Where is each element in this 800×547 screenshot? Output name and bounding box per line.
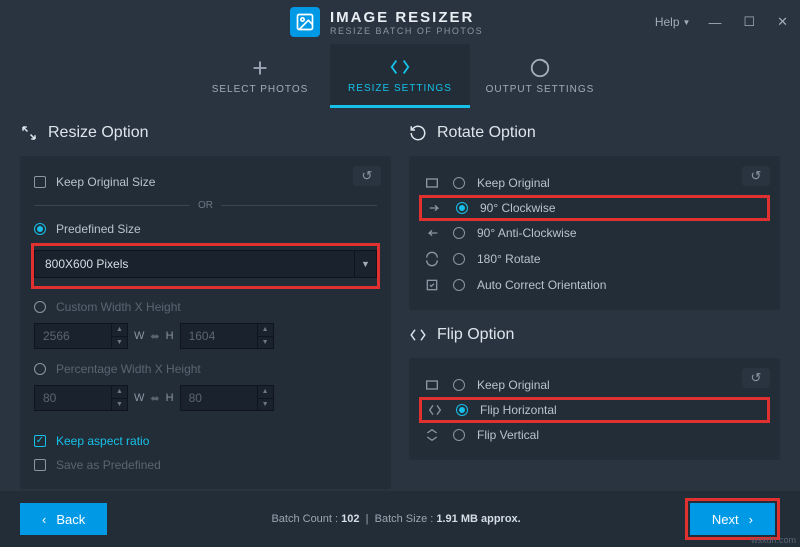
custom-width-input[interactable]: ▲▼ [34, 323, 128, 349]
flip-h-icon [426, 402, 444, 418]
custom-size-radio[interactable] [34, 301, 46, 313]
watermark: wsxdn.com [751, 535, 796, 545]
link-icon: ⬌ [150, 330, 159, 343]
percent-height-input[interactable]: ▲▼ [180, 385, 274, 411]
keep-icon [423, 175, 441, 191]
custom-height-input[interactable]: ▲▼ [180, 323, 274, 349]
expand-icon [20, 124, 38, 142]
flip-horizontal-radio[interactable] [456, 404, 468, 416]
rotate-panel: ↺ Keep Original 90° Clockwise 90° Anti-C… [409, 156, 780, 310]
rotate-keep-radio[interactable] [453, 177, 465, 189]
rotate-icon [409, 124, 427, 142]
tabs: SELECT PHOTOS RESIZE SETTINGS OUTPUT SET… [0, 44, 800, 108]
close-button[interactable]: ✕ [773, 12, 792, 32]
auto-orient-icon [423, 277, 441, 293]
flip-v-icon [423, 427, 441, 443]
logo-area: IMAGE RESIZER RESIZE BATCH OF PHOTOS [290, 7, 483, 37]
rotate-cw-icon [426, 200, 444, 216]
rotate-auto-radio[interactable] [453, 279, 465, 291]
resize-heading: Resize Option [20, 124, 391, 142]
keep-aspect-ratio-checkbox[interactable] [34, 435, 46, 447]
rotate-180-icon [423, 251, 441, 267]
predefined-size-dropdown[interactable]: ▼ [34, 250, 377, 278]
chevron-right-icon: › [749, 512, 753, 527]
back-button[interactable]: ‹Back [20, 503, 107, 535]
dropdown-toggle[interactable]: ▼ [355, 250, 377, 278]
help-menu[interactable]: Help ▼ [655, 15, 691, 29]
rotate-heading: Rotate Option [409, 124, 780, 142]
flip-heading: Flip Option [409, 326, 780, 344]
footer: ‹Back Batch Count : 102 | Batch Size : 1… [0, 491, 800, 547]
reset-rotate-button[interactable]: ↺ [742, 166, 770, 186]
tab-output-settings[interactable]: OUTPUT SETTINGS [470, 44, 610, 108]
flip-vertical-radio[interactable] [453, 429, 465, 441]
reset-resize-button[interactable]: ↺ [353, 166, 381, 186]
rotate-180-radio[interactable] [453, 253, 465, 265]
predefined-size-radio[interactable] [34, 223, 46, 235]
resize-panel: ↺ Keep Original Size OR Predefined Size … [20, 156, 391, 489]
rotate-90acw-radio[interactable] [453, 227, 465, 239]
rotate-acw-icon [423, 225, 441, 241]
keep-original-size-checkbox[interactable] [34, 176, 46, 188]
app-subtitle: RESIZE BATCH OF PHOTOS [330, 26, 483, 36]
flip-icon [409, 326, 427, 344]
tab-select-photos[interactable]: SELECT PHOTOS [190, 44, 330, 108]
reset-flip-button[interactable]: ↺ [742, 368, 770, 388]
flip-panel: ↺ Keep Original Flip Horizontal Flip Ver… [409, 358, 780, 460]
predefined-size-value[interactable] [34, 250, 355, 278]
maximize-button[interactable]: ☐ [739, 12, 759, 32]
app-title: IMAGE RESIZER [330, 9, 483, 26]
flip-keep-radio[interactable] [453, 379, 465, 391]
rotate-90cw-radio[interactable] [456, 202, 468, 214]
titlebar: IMAGE RESIZER RESIZE BATCH OF PHOTOS Hel… [0, 0, 800, 44]
percent-width-input[interactable]: ▲▼ [34, 385, 128, 411]
minimize-button[interactable]: — [704, 13, 725, 32]
save-predefined-checkbox[interactable] [34, 459, 46, 471]
tab-resize-settings[interactable]: RESIZE SETTINGS [330, 44, 470, 108]
chevron-left-icon: ‹ [42, 512, 46, 527]
percentage-size-radio[interactable] [34, 363, 46, 375]
next-button[interactable]: Next› [690, 503, 775, 535]
flip-keep-icon [423, 377, 441, 393]
batch-info: Batch Count : 102 | Batch Size : 1.91 MB… [107, 513, 685, 525]
app-logo [290, 7, 320, 37]
link-icon: ⬌ [150, 392, 159, 405]
